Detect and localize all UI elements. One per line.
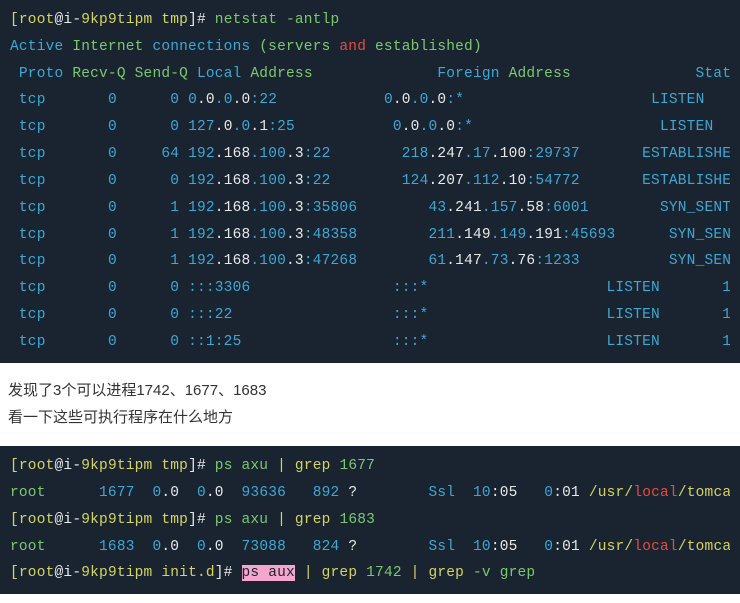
description-text: 发现了3个可以进程1742、1677、1683 看一下这些可执行程序在什么地方 bbox=[0, 363, 740, 447]
body-line-1: 发现了3个可以进程1742、1677、1683 bbox=[8, 377, 732, 405]
ps-output-2: root 1683 0.0 0.0 73088 824 ? Ssl 10:05 … bbox=[10, 534, 730, 561]
table-row: tcp 0 0 192.168.100.3:22 124.207.112.10:… bbox=[10, 168, 730, 195]
highlighted-cmd: ps aux bbox=[242, 565, 295, 581]
table-row: tcp 0 0 ::1:25 :::* LISTEN 1655/master bbox=[10, 329, 730, 356]
prompt-line-4: [root@i-9kp9tipm init.d]# ps aux | grep … bbox=[10, 560, 730, 587]
prompt-host: 9kp9tipm bbox=[81, 12, 152, 28]
prompt-user: [root bbox=[10, 12, 55, 28]
terminal-output-1: [root@i-9kp9tipm tmp]# netstat -antlp Ac… bbox=[0, 0, 740, 363]
table-row: tcp 0 1 192.168.100.3:48358 211.149.149.… bbox=[10, 222, 730, 249]
table-row: tcp 0 1 192.168.100.3:35806 43.241.157.5… bbox=[10, 195, 730, 222]
table-row: tcp 0 0 0.0.0.0:22 0.0.0.0:* LISTEN 1273… bbox=[10, 87, 730, 114]
prompt-dir: tmp bbox=[161, 12, 188, 28]
terminal-output-2: [root@i-9kp9tipm tmp]# ps axu | grep 167… bbox=[0, 446, 740, 594]
prompt-line-3: [root@i-9kp9tipm tmp]# ps axu | grep 168… bbox=[10, 507, 730, 534]
command-text: netstat -antlp bbox=[215, 12, 340, 28]
table-row: tcp 0 1 192.168.100.3:47268 61.147.73.76… bbox=[10, 248, 730, 275]
active-connections-line: Active Internet connections (servers and… bbox=[10, 34, 730, 61]
table-row: tcp 0 0 :::22 :::* LISTEN 1273/sshd bbox=[10, 302, 730, 329]
prompt-close: ]# bbox=[188, 12, 206, 28]
ps-output-1: root 1677 0.0 0.0 93636 892 ? Ssl 10:05 … bbox=[10, 480, 730, 507]
table-row: tcp 0 0 127.0.0.1:25 0.0.0.0:* LISTEN 16… bbox=[10, 114, 730, 141]
table-row: tcp 0 64 192.168.100.3:22 218.247.17.100… bbox=[10, 141, 730, 168]
prompt-line-2: [root@i-9kp9tipm tmp]# ps axu | grep 167… bbox=[10, 453, 730, 480]
prompt-at: @i- bbox=[55, 12, 82, 28]
table-row: tcp 0 0 :::3306 :::* LISTEN 1508/mysqld bbox=[10, 275, 730, 302]
body-line-2: 看一下这些可执行程序在什么地方 bbox=[8, 404, 732, 432]
prompt-line-1: [root@i-9kp9tipm tmp]# netstat -antlp bbox=[10, 7, 730, 34]
table-header: Proto Recv-Q Send-Q Local Address Foreig… bbox=[10, 61, 730, 88]
